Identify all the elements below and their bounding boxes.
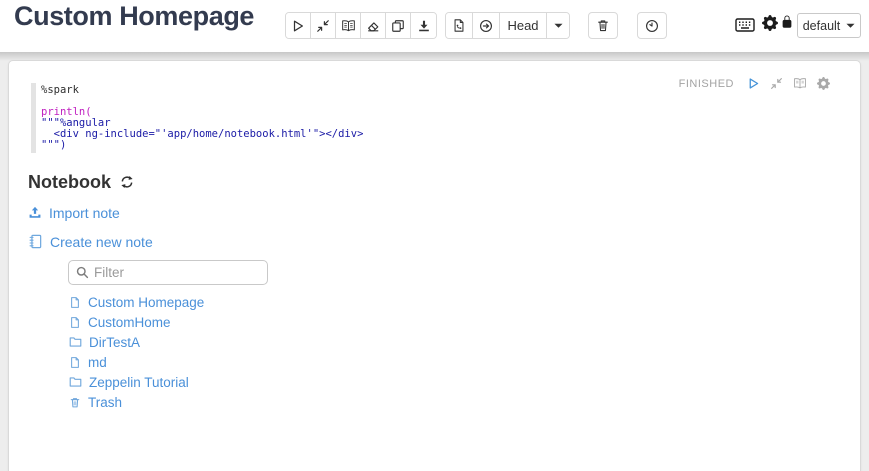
trash-icon <box>596 18 610 33</box>
notebook-list-item[interactable]: DirTestA <box>69 332 140 352</box>
note-toolbar: Custom Homepage Head <box>0 0 869 52</box>
notebook-link-label: DirTestA <box>89 335 140 350</box>
notebook-list-item[interactable]: Custom Homepage <box>69 292 204 312</box>
create-note-label: Create new note <box>50 234 153 250</box>
notebook-link-label: Custom Homepage <box>88 295 204 310</box>
notebook-list-item[interactable]: CustomHome <box>69 312 171 332</box>
import-note-link[interactable]: Import note <box>28 204 120 221</box>
export-note-button[interactable] <box>411 13 436 38</box>
run-all-button[interactable] <box>286 13 311 38</box>
search-icon <box>76 266 89 279</box>
folder-icon <box>69 336 82 348</box>
note-action-group <box>285 12 437 39</box>
clock-icon <box>645 19 659 33</box>
paragraph-status: FINISHED <box>679 78 734 90</box>
version-commit-button[interactable] <box>446 13 473 38</box>
content-background: FINISHED %spark println("""%angular <div… <box>0 52 869 471</box>
trash-icon <box>69 396 81 409</box>
notebook-list-item[interactable]: Trash <box>69 392 122 412</box>
note-title[interactable]: Custom Homepage <box>14 1 254 32</box>
lock-icon[interactable] <box>780 15 794 30</box>
shortcut-keyboard-icon[interactable] <box>735 18 755 32</box>
play-icon <box>291 19 305 33</box>
gear-icon[interactable] <box>762 15 778 31</box>
export-icon <box>417 19 431 33</box>
clone-note-button[interactable] <box>386 13 411 38</box>
caret-down-icon <box>554 23 563 29</box>
notebook-link-label: Zeppelin Tutorial <box>89 375 189 390</box>
notebook-link-label: md <box>88 355 107 370</box>
gear-icon <box>817 77 830 90</box>
run-paragraph-button[interactable] <box>747 77 760 90</box>
set-revision-button[interactable] <box>473 13 500 38</box>
filter-box <box>68 260 268 285</box>
create-note-link[interactable]: Create new note <box>28 233 153 250</box>
note-card: FINISHED %spark println("""%angular <div… <box>8 60 861 471</box>
eraser-icon <box>366 19 380 33</box>
refresh-icon[interactable] <box>120 175 134 189</box>
compress-icon <box>316 19 330 33</box>
upload-icon <box>28 206 42 219</box>
paragraph-toggle-editor-button[interactable] <box>770 77 783 90</box>
paragraph-settings-button[interactable] <box>817 77 830 90</box>
file-version-icon <box>452 18 466 33</box>
paragraph-toggle-output-button[interactable] <box>793 77 807 90</box>
clear-output-button[interactable] <box>361 13 386 38</box>
notebook-link-label: CustomHome <box>88 315 171 330</box>
import-note-label: Import note <box>49 205 120 221</box>
paragraph-controls: FINISHED <box>679 77 830 90</box>
book-icon <box>341 19 356 33</box>
file-icon <box>69 356 81 369</box>
interpreter-mode-dropdown[interactable]: default <box>797 13 861 38</box>
homepage-panel: Notebook Import note Create new note <box>28 172 860 412</box>
notebook-list: Custom Homepage CustomHome DirTestA md Z… <box>28 292 860 412</box>
toggle-output-button[interactable] <box>336 13 361 38</box>
paragraph-editor[interactable]: %spark println("""%angular <div ng-inclu… <box>31 83 860 153</box>
file-icon <box>69 316 81 329</box>
notebook-list-item[interactable]: Zeppelin Tutorial <box>69 372 189 392</box>
caret-down-icon <box>846 23 855 29</box>
revision-head-button[interactable]: Head <box>500 13 547 38</box>
filter-input[interactable] <box>94 265 267 280</box>
scheduler-button[interactable] <box>637 12 667 39</box>
remove-note-button[interactable] <box>588 12 618 39</box>
toggle-code-button[interactable] <box>311 13 336 38</box>
book-icon <box>793 77 807 90</box>
notebook-link-label: Trash <box>88 395 122 410</box>
version-control-group: Head <box>445 12 570 39</box>
revision-dropdown-toggle[interactable] <box>547 13 569 38</box>
notebook-list-item[interactable]: md <box>69 352 107 372</box>
file-icon <box>69 296 81 309</box>
notebook-heading: Notebook <box>28 172 111 192</box>
notebook-icon <box>28 234 43 249</box>
clone-icon <box>391 19 405 33</box>
play-icon <box>747 77 760 90</box>
arrow-circle-right-icon <box>479 19 493 33</box>
folder-icon <box>69 376 82 388</box>
interpreter-mode-label: default <box>803 19 841 33</box>
compress-icon <box>770 77 783 90</box>
